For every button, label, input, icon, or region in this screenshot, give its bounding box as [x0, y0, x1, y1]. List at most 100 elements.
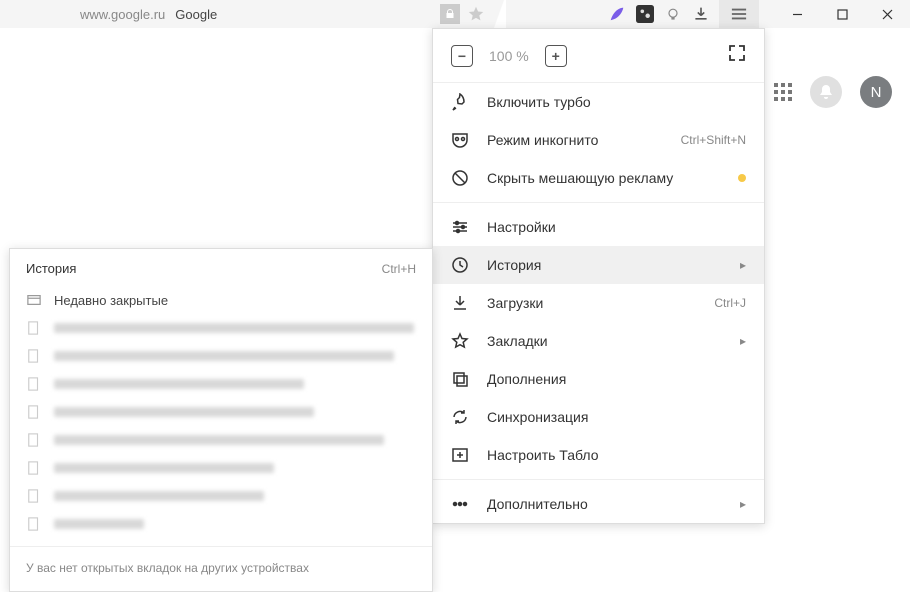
sliders-icon: [451, 218, 469, 236]
history-title: История: [26, 261, 76, 276]
menu-bookmarks-label: Закладки: [487, 333, 722, 349]
menu-more[interactable]: Дополнительно ▸: [433, 485, 764, 523]
menu-incognito[interactable]: Режим инкогнито Ctrl+Shift+N: [433, 121, 764, 159]
maximize-button[interactable]: [820, 0, 865, 28]
history-item[interactable]: [10, 370, 432, 398]
menu-separator: [433, 479, 764, 480]
zoom-value: 100 %: [489, 48, 529, 64]
add-tile-icon: [451, 446, 469, 464]
rocket-icon: [451, 93, 469, 111]
history-item[interactable]: [10, 482, 432, 510]
history-item-title: [54, 491, 264, 501]
page-icon: [26, 404, 42, 420]
clock-icon: [451, 256, 469, 274]
history-item-title: [54, 407, 314, 417]
page-icon: [26, 320, 42, 336]
lock-icon[interactable]: [440, 4, 460, 24]
history-item[interactable]: [10, 454, 432, 482]
zoom-row: − 100 % +: [433, 29, 764, 83]
history-footer: У вас нет открытых вкладок на других уст…: [10, 546, 432, 581]
menu-turbo[interactable]: Включить турбо: [433, 83, 764, 121]
close-button[interactable]: [865, 0, 910, 28]
page-icon: [26, 376, 42, 392]
menu-more-label: Дополнительно: [487, 496, 722, 512]
sync-icon: [451, 408, 469, 426]
chevron-right-icon: ▸: [740, 334, 746, 348]
history-item-title: [54, 351, 394, 361]
zoom-in-button[interactable]: +: [545, 45, 567, 67]
menu-addons[interactable]: Дополнения: [433, 360, 764, 398]
main-menu-button[interactable]: [719, 0, 759, 28]
window-controls: [775, 0, 910, 28]
fullscreen-button[interactable]: [728, 44, 746, 67]
main-menu: − 100 % + Включить турбо Режим инкогнито…: [432, 28, 765, 524]
page-icon: [26, 488, 42, 504]
minimize-button[interactable]: [775, 0, 820, 28]
history-item[interactable]: [10, 398, 432, 426]
page-icon: [26, 516, 42, 532]
menu-history[interactable]: История ▸: [433, 246, 764, 284]
status-dot: [738, 174, 746, 182]
menu-tableau-label: Настроить Табло: [487, 447, 746, 463]
zoom-out-button[interactable]: −: [451, 45, 473, 67]
history-item-title: [54, 435, 384, 445]
history-item-title: [54, 323, 414, 333]
history-item[interactable]: [10, 342, 432, 370]
menu-sync[interactable]: Синхронизация: [433, 398, 764, 436]
block-icon: [451, 169, 469, 187]
bulb-icon[interactable]: [663, 4, 683, 24]
dots-icon: [451, 495, 469, 513]
menu-downloads-label: Загрузки: [487, 295, 696, 311]
menu-hide-ads-label: Скрыть мешающую рекламу: [487, 170, 720, 186]
page-icon: [26, 432, 42, 448]
menu-tableau[interactable]: Настроить Табло: [433, 436, 764, 474]
menu-incognito-shortcut: Ctrl+Shift+N: [681, 133, 746, 147]
menu-downloads-shortcut: Ctrl+J: [714, 296, 746, 310]
page-icon: [26, 460, 42, 476]
menu-bookmarks[interactable]: Закладки ▸: [433, 322, 764, 360]
window-titlebar: www.google.ru Google: [0, 0, 910, 28]
google-apps-icon[interactable]: [774, 83, 792, 101]
menu-history-label: История: [487, 257, 722, 273]
tab-icon: [26, 292, 42, 308]
download-icon[interactable]: [691, 4, 711, 24]
history-item-title: [54, 463, 274, 473]
stack-icon: [451, 370, 469, 388]
menu-settings[interactable]: Настройки: [433, 208, 764, 246]
extension-badge-icon[interactable]: [635, 4, 655, 24]
menu-turbo-label: Включить турбо: [487, 94, 746, 110]
menu-downloads[interactable]: Загрузки Ctrl+J: [433, 284, 764, 322]
download-arrow-icon: [451, 294, 469, 312]
menu-separator: [433, 202, 764, 203]
tab-edge: [492, 0, 506, 28]
feather-icon[interactable]: [607, 4, 627, 24]
menu-incognito-label: Режим инкогнито: [487, 132, 663, 148]
avatar-initial: N: [871, 84, 882, 101]
menu-hide-ads[interactable]: Скрыть мешающую рекламу: [433, 159, 764, 197]
history-item[interactable]: [10, 510, 432, 538]
menu-sync-label: Синхронизация: [487, 409, 746, 425]
avatar[interactable]: N: [860, 76, 892, 108]
star-outline-icon: [451, 332, 469, 350]
address-bar[interactable]: www.google.ru Google: [0, 0, 217, 28]
history-item[interactable]: [10, 426, 432, 454]
history-recently-closed-label: Недавно закрытые: [54, 293, 168, 308]
address-host: www.google.ru: [80, 7, 165, 22]
menu-settings-label: Настройки: [487, 219, 746, 235]
page-icon: [26, 348, 42, 364]
mask-icon: [451, 131, 469, 149]
menu-addons-label: Дополнения: [487, 371, 746, 387]
address-right-icons: [440, 0, 506, 28]
star-icon[interactable]: [466, 4, 486, 24]
notifications-icon[interactable]: [810, 76, 842, 108]
history-item-title: [54, 519, 144, 529]
history-item[interactable]: [10, 314, 432, 342]
history-recently-closed[interactable]: Недавно закрытые: [10, 286, 432, 314]
history-item-title: [54, 379, 304, 389]
toolbar-extensions: [607, 0, 765, 28]
page-header-icons: N: [774, 76, 892, 108]
history-header[interactable]: История Ctrl+H: [10, 249, 432, 286]
page-title: Google: [175, 7, 217, 22]
history-submenu: История Ctrl+H Недавно закрытые У вас не…: [9, 248, 433, 592]
history-shortcut: Ctrl+H: [382, 262, 416, 276]
